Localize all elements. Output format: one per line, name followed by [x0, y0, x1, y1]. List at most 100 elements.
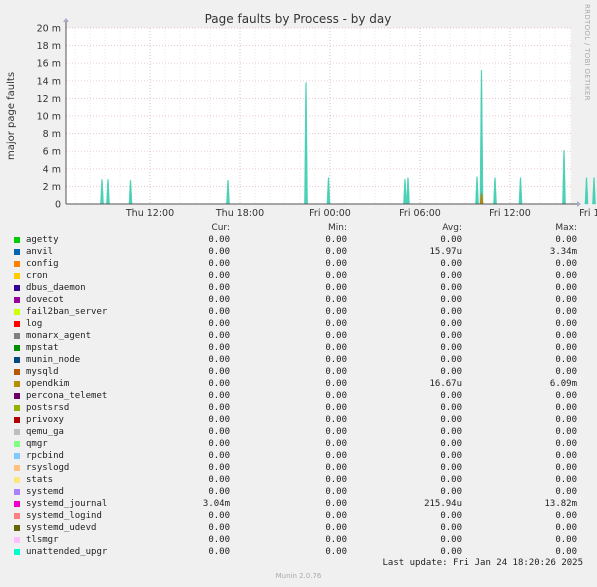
y-tick-label: 14 m — [37, 76, 61, 87]
legend-avg: 0.00 — [440, 235, 462, 245]
legend-avg: 0.00 — [440, 487, 462, 497]
legend-name: config — [26, 259, 59, 269]
legend-max: 0.00 — [555, 355, 577, 365]
legend-swatch — [14, 477, 20, 483]
legend-name: systemd_journal — [26, 499, 108, 509]
legend-avg: 0.00 — [440, 439, 462, 449]
legend-cur: 0.00 — [208, 475, 230, 485]
legend-avg: 0.00 — [440, 259, 462, 269]
legend-item: opendkim 0.00 0.00 16.67u 6.09m — [0, 378, 597, 390]
legend-item: rpcbind 0.00 0.00 0.00 0.00 — [0, 450, 597, 462]
legend-name: postsrsd — [26, 403, 70, 413]
legend-max: 0.00 — [555, 331, 577, 341]
rrdtool-credit: RRDTOOL / TOBI OETIKER — [583, 4, 591, 101]
legend-cur: 0.00 — [208, 355, 230, 365]
legend-item: monarx_agent 0.00 0.00 0.00 0.00 — [0, 330, 597, 342]
legend-name: unattended_upgr — [26, 547, 108, 557]
legend-swatch — [14, 393, 20, 399]
legend-name: mpstat — [26, 343, 59, 353]
legend-cur: 0.00 — [208, 403, 230, 413]
legend-avg: 0.00 — [440, 355, 462, 365]
legend-swatch — [14, 321, 20, 327]
x-tick-label: Thu 18:00 — [215, 208, 264, 219]
legend-item: mpstat 0.00 0.00 0.00 0.00 — [0, 342, 597, 354]
legend-cur: 0.00 — [208, 487, 230, 497]
legend-max: 0.00 — [555, 235, 577, 245]
legend-cur: 0.00 — [208, 451, 230, 461]
legend-min: 0.00 — [325, 511, 347, 521]
legend-min: 0.00 — [325, 259, 347, 269]
legend-swatch — [14, 249, 20, 255]
legend-avg: 0.00 — [440, 331, 462, 341]
legend-min: 0.00 — [325, 391, 347, 401]
legend-min: 0.00 — [325, 415, 347, 425]
legend-max: 0.00 — [555, 259, 577, 269]
x-tick-label: Fri 00:00 — [309, 208, 351, 219]
legend-swatch — [14, 441, 20, 447]
last-update: Last update: Fri Jan 24 18:20:26 2025 — [382, 558, 583, 568]
legend-item: tlsmgr 0.00 0.00 0.00 0.00 — [0, 534, 597, 546]
legend-cur: 0.00 — [208, 391, 230, 401]
legend-cur: 0.00 — [208, 283, 230, 293]
legend-max: 0.00 — [555, 307, 577, 317]
legend-name: cron — [26, 271, 48, 281]
legend-cur: 0.00 — [208, 271, 230, 281]
legend-name: systemd — [26, 487, 64, 497]
legend-swatch — [14, 369, 20, 375]
legend-min: 0.00 — [325, 451, 347, 461]
legend-avg: 0.00 — [440, 475, 462, 485]
legend-item: privoxy 0.00 0.00 0.00 0.00 — [0, 414, 597, 426]
legend-name: munin_node — [26, 355, 81, 365]
legend-max: 0.00 — [555, 475, 577, 485]
legend-avg: 0.00 — [440, 271, 462, 281]
legend-name: privoxy — [26, 415, 64, 425]
legend-avg: 0.00 — [440, 523, 462, 533]
legend-cur: 0.00 — [208, 415, 230, 425]
legend-cur: 0.00 — [208, 367, 230, 377]
legend-avg: 0.00 — [440, 511, 462, 521]
legend-avg: 215.94u — [424, 499, 462, 509]
legend-swatch — [14, 501, 20, 507]
legend-name: qemu_ga — [26, 427, 64, 437]
legend-item: qmgr 0.00 0.00 0.00 0.00 — [0, 438, 597, 450]
chart-area: 0 2 m 4 m 6 m 8 m 10 m 12 m 14 m 16 m 18 m 20 m Thu… — [0, 0, 597, 222]
legend-item: config 0.00 0.00 0.00 0.00 — [0, 258, 597, 270]
x-tick-label: Fri 06:00 — [399, 208, 441, 219]
legend-swatch — [14, 537, 20, 543]
legend-min: 0.00 — [325, 295, 347, 305]
legend-max: 0.00 — [555, 295, 577, 305]
legend-name: qmgr — [26, 439, 48, 449]
legend-swatch — [14, 237, 20, 243]
legend-max: 0.00 — [555, 511, 577, 521]
legend-swatch — [14, 429, 20, 435]
munin-version: Munin 2.0.76 — [275, 572, 322, 580]
y-tick-label: 16 m — [37, 59, 61, 70]
y-tick-label: 4 m — [43, 164, 61, 175]
legend-avg: 0.00 — [440, 307, 462, 317]
legend-max: 0.00 — [555, 343, 577, 353]
y-tick-label: 20 m — [37, 24, 61, 35]
legend-max: 0.00 — [555, 427, 577, 437]
legend-max: 0.00 — [555, 463, 577, 473]
legend-cur: 0.00 — [208, 547, 230, 557]
y-tick-label: 8 m — [43, 129, 61, 140]
legend-item: unattended_upgr 0.00 0.00 0.00 0.00 — [0, 546, 597, 558]
legend-max: 0.00 — [555, 451, 577, 461]
legend-min: 0.00 — [325, 379, 347, 389]
legend-min: 0.00 — [325, 247, 347, 257]
legend-avg: 0.00 — [440, 547, 462, 557]
legend-cur: 0.00 — [208, 523, 230, 533]
legend-item: systemd_udevd 0.00 0.00 0.00 0.00 — [0, 522, 597, 534]
x-tick-label: Thu 12:00 — [125, 208, 174, 219]
legend-item: fail2ban_server 0.00 0.00 0.00 0.00 — [0, 306, 597, 318]
legend-min: 0.00 — [325, 427, 347, 437]
legend-max: 0.00 — [555, 547, 577, 557]
legend-swatch — [14, 417, 20, 423]
legend-name: monarx_agent — [26, 331, 92, 341]
legend-max: 0.00 — [555, 319, 577, 329]
legend-item: systemd_logind 0.00 0.00 0.00 0.00 — [0, 510, 597, 522]
legend-swatch — [14, 381, 20, 387]
legend-min: 0.00 — [325, 367, 347, 377]
legend-item: systemd 0.00 0.00 0.00 0.00 — [0, 486, 597, 498]
legend-min: 0.00 — [325, 499, 347, 509]
